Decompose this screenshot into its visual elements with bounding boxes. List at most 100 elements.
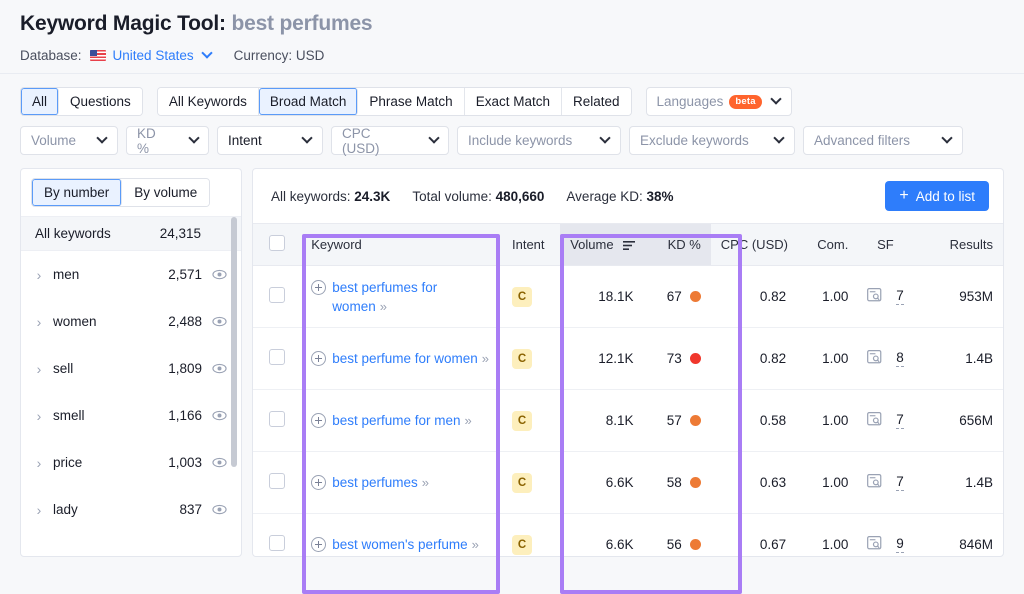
add-keyword-icon[interactable] <box>311 279 327 295</box>
serp-preview-icon[interactable] <box>867 288 882 305</box>
chevron-down-icon[interactable] <box>303 134 312 143</box>
filter-advanced[interactable]: Advanced filters <box>803 126 963 155</box>
sf-count[interactable]: 9 <box>896 536 904 553</box>
mode-by-volume[interactable]: By volume <box>122 179 210 206</box>
sidebar-item-men[interactable]: › men 2,571 <box>21 251 241 298</box>
open-keyword-icon[interactable]: » <box>482 351 489 366</box>
tab-questions[interactable]: Questions <box>59 88 142 115</box>
eye-icon[interactable] <box>211 361 227 377</box>
table-row[interactable]: best perfume for men » C 8.1K 57 0.58 1.0… <box>253 389 1003 452</box>
sidebar-item-price[interactable]: › price 1,003 <box>21 439 241 486</box>
serp-preview-icon[interactable] <box>867 474 882 491</box>
sidebar-item-all-keywords[interactable]: All keywords 24,315 <box>21 216 241 251</box>
chevron-down-icon[interactable] <box>772 95 781 104</box>
sidebar-item-sell[interactable]: › sell 1,809 <box>21 345 241 392</box>
eye-icon[interactable] <box>211 455 227 471</box>
filter-include-keywords[interactable]: Include keywords <box>457 126 621 155</box>
eye-icon[interactable] <box>211 314 227 330</box>
keyword-link[interactable]: best perfume for women » <box>332 349 489 368</box>
keyword-link[interactable]: best women's perfume » <box>332 535 479 554</box>
row-checkbox[interactable] <box>269 349 286 365</box>
row-checkbox[interactable] <box>269 473 286 489</box>
keyword-link[interactable]: best perfumes » <box>332 473 429 492</box>
tab-exact-match[interactable]: Exact Match <box>464 88 562 115</box>
filter-exclude-keywords[interactable]: Exclude keywords <box>629 126 795 155</box>
keyword-link[interactable]: best perfumes for women» <box>332 278 492 316</box>
row-checkbox[interactable] <box>269 287 286 303</box>
column-volume[interactable]: Volume <box>560 223 644 266</box>
chevron-right-icon[interactable]: › <box>31 267 47 283</box>
chevron-down-icon[interactable] <box>190 134 198 143</box>
chevron-right-icon[interactable]: › <box>31 455 47 471</box>
column-kd[interactable]: KD % <box>643 223 711 266</box>
column-sf[interactable]: SF <box>858 223 913 266</box>
intent-badge[interactable]: C <box>511 410 532 431</box>
sidebar-item-women[interactable]: › women 2,488 <box>21 298 241 345</box>
chevron-down-icon[interactable] <box>98 134 107 143</box>
intent-badge[interactable]: C <box>511 286 532 307</box>
sidebar-item-smell[interactable]: › smell 1,166 <box>21 392 241 439</box>
column-intent[interactable]: Intent <box>501 223 561 266</box>
filter-volume[interactable]: Volume <box>20 126 118 155</box>
intent-badge[interactable]: C <box>511 534 532 555</box>
column-cpc[interactable]: CPC (USD) <box>710 223 797 266</box>
chevron-down-icon[interactable] <box>203 49 212 58</box>
row-checkbox[interactable] <box>269 535 286 551</box>
serp-preview-icon[interactable] <box>867 350 882 367</box>
chevron-down-icon[interactable] <box>601 134 610 143</box>
tab-broad-match[interactable]: Broad Match <box>258 88 359 115</box>
mode-by-number[interactable]: By number <box>32 179 123 206</box>
open-keyword-icon[interactable]: » <box>465 413 472 428</box>
filter-kd[interactable]: KD % <box>126 126 209 156</box>
table-row[interactable]: best perfume for women» C 12.1K 73 0.82 … <box>253 327 1003 390</box>
chevron-right-icon[interactable]: › <box>31 408 47 424</box>
add-keyword-icon[interactable] <box>311 413 327 428</box>
filter-cpc[interactable]: CPC (USD) <box>331 126 449 156</box>
serp-preview-icon[interactable] <box>867 536 882 553</box>
add-to-list-button[interactable]: + Add to list <box>885 181 989 211</box>
tab-related[interactable]: Related <box>561 88 631 115</box>
eye-icon[interactable] <box>211 502 227 518</box>
eye-icon[interactable] <box>211 267 227 283</box>
sf-count[interactable]: 8 <box>896 350 904 367</box>
chevron-down-icon[interactable] <box>943 134 952 143</box>
add-keyword-icon[interactable] <box>311 537 327 552</box>
add-keyword-icon[interactable] <box>311 351 327 366</box>
open-keyword-icon[interactable]: » <box>472 537 479 552</box>
tab-all-keywords[interactable]: All Keywords <box>157 88 259 115</box>
table-row[interactable]: best perfumes» C 6.6K 58 0.63 1.00 7 1.4… <box>253 451 1003 514</box>
row-checkbox[interactable] <box>269 411 286 427</box>
languages-dropdown[interactable]: Languages beta <box>645 87 792 116</box>
sf-count[interactable]: 7 <box>896 412 904 429</box>
select-all-checkbox[interactable] <box>269 235 286 251</box>
table-row[interactable]: best women's perfume » C 6.6K 56 0.67 1.0… <box>253 513 1003 556</box>
table-row[interactable]: best perfumes for women» C 18.1K 67 0.82… <box>253 265 1003 328</box>
open-keyword-icon[interactable]: » <box>380 299 387 314</box>
tab-phrase-match[interactable]: Phrase Match <box>358 88 465 115</box>
column-results[interactable]: Results <box>912 223 1003 266</box>
keyword-link[interactable]: best perfume for men » <box>332 411 472 430</box>
database-selector[interactable]: Database: United States <box>20 48 212 63</box>
column-com[interactable]: Com. <box>796 223 859 266</box>
chevron-right-icon[interactable]: › <box>31 502 47 518</box>
database-value[interactable]: United States <box>113 48 194 63</box>
intent-badge[interactable]: C <box>511 348 532 369</box>
open-keyword-icon[interactable]: » <box>422 475 429 490</box>
sidebar-item-lady[interactable]: › lady 837 <box>21 486 241 533</box>
chevron-right-icon[interactable]: › <box>31 314 47 330</box>
intent-badge[interactable]: C <box>511 472 532 493</box>
sf-count[interactable]: 7 <box>896 288 904 305</box>
serp-preview-icon[interactable] <box>867 412 882 429</box>
tab-all[interactable]: All <box>21 88 60 115</box>
chevron-down-icon[interactable] <box>775 134 784 143</box>
filter-intent[interactable]: Intent <box>217 126 323 155</box>
sf-count[interactable]: 7 <box>896 474 904 491</box>
column-keyword[interactable]: Keyword <box>301 223 502 266</box>
chevron-down-icon[interactable] <box>430 134 438 143</box>
add-keyword-icon[interactable] <box>311 475 327 490</box>
sort-descending-icon[interactable] <box>623 239 636 254</box>
chevron-right-icon[interactable]: › <box>31 361 47 377</box>
scrollbar-thumb[interactable] <box>231 217 237 467</box>
eye-icon[interactable] <box>211 408 227 424</box>
sidebar-scrollbar[interactable] <box>231 217 237 552</box>
